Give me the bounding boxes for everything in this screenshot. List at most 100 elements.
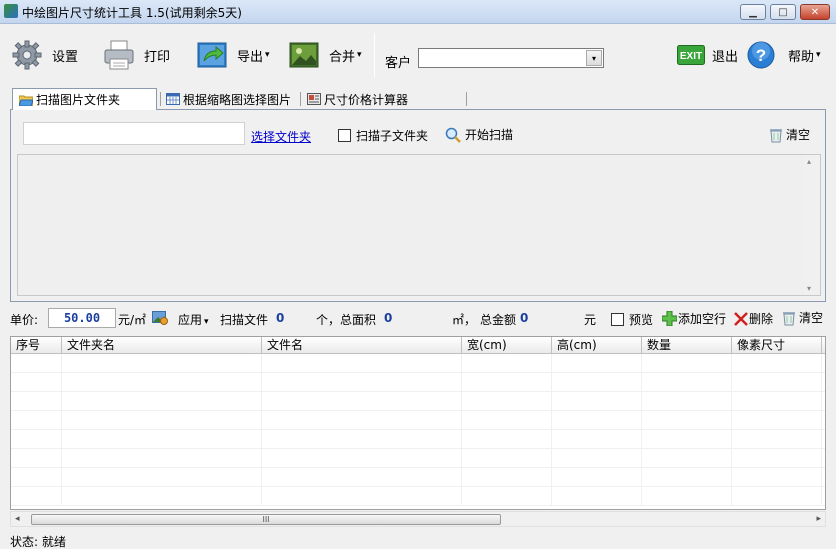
delete-button[interactable]: 删除 (734, 310, 773, 327)
scan-folder-panel: 选择文件夹 扫描子文件夹 开始扫描 清空 ▴ ▾ (10, 110, 826, 302)
toolbar: 设置 打印 导出 ▾ 合并 ▾ 客户 ▾ EXIT 退出 ? 帮助 ▾ (0, 25, 836, 85)
delete-label: 删除 (749, 312, 774, 326)
table-row (11, 430, 825, 449)
help-label: 帮助 (788, 49, 815, 65)
apply-label: 应用 (178, 313, 203, 327)
table-row (11, 449, 825, 468)
status-bar: 状态: 就绪 (0, 530, 836, 549)
column-header[interactable]: 文件名 (262, 337, 462, 354)
folder-list-area[interactable]: ▴ ▾ (17, 154, 821, 296)
export-icon (195, 39, 229, 71)
customer-select[interactable]: ▾ (418, 48, 604, 68)
printer-icon (102, 39, 136, 71)
add-row-button[interactable]: 添加空行 (662, 310, 726, 327)
trash-icon (770, 128, 782, 142)
total-amount-label: 总金额 (480, 313, 517, 327)
calendar-grid-icon (166, 93, 180, 105)
window-title: 中绘图片尺寸统计工具 1.5(试用剩余5天) (22, 6, 242, 20)
scroll-down-icon[interactable]: ▾ (807, 284, 811, 293)
apply-button[interactable]: 应用 ▾ (178, 311, 209, 328)
tab-scan-folder[interactable]: 扫描图片文件夹 (12, 88, 157, 111)
exit-icon: EXIT (676, 39, 706, 71)
table-row (11, 487, 825, 506)
table-row (11, 392, 825, 411)
table-row (11, 411, 825, 430)
print-label: 打印 (144, 49, 171, 65)
settings-button[interactable]: 设置 (10, 37, 78, 73)
unit-price-label: 单价: (10, 313, 39, 327)
print-button[interactable]: 打印 (102, 37, 170, 73)
preview-label: 预览 (629, 313, 654, 327)
column-header[interactable]: 宽(cm) (462, 337, 552, 354)
unit-price-input[interactable]: 50.00 (48, 308, 116, 328)
delete-x-icon (734, 311, 748, 326)
chevron-down-icon: ▾ (265, 50, 270, 60)
customer-label: 客户 (385, 56, 412, 71)
clear-label: 清空 (799, 311, 824, 325)
minimize-button[interactable]: ▁ (740, 4, 766, 20)
title-bar: 中绘图片尺寸统计工具 1.5(试用剩余5天) ▁ □ ✕ (0, 0, 836, 24)
horizontal-scrollbar[interactable]: ◂ III ▸ (10, 511, 826, 527)
scroll-left-icon[interactable]: ◂ (15, 514, 20, 524)
folder-path-input[interactable] (23, 122, 245, 145)
scan-subfolders-label: 扫描子文件夹 (356, 129, 429, 143)
total-area-value: 0 (384, 311, 393, 325)
scan-files-count: 0 (276, 311, 285, 325)
scan-subfolders-checkbox[interactable]: 扫描子文件夹 (338, 127, 428, 144)
total-area-label: 个，总面积 (316, 313, 377, 327)
folder-icon (18, 94, 34, 106)
column-header[interactable]: 序号 (11, 337, 62, 354)
chevron-down-icon[interactable]: ▾ (586, 50, 602, 66)
toolbar-separator (374, 33, 375, 77)
tab-strip: 扫描图片文件夹 根据缩略图选择图片 尺寸价格计算器 (10, 88, 826, 111)
tab-label: 根据缩略图选择图片 (183, 92, 292, 107)
preview-checkbox[interactable]: 预览 (611, 311, 653, 328)
table-row (11, 468, 825, 487)
table-body[interactable] (11, 354, 825, 510)
scroll-up-icon[interactable]: ▴ (807, 157, 811, 166)
choose-folder-link[interactable]: 选择文件夹 (251, 128, 311, 145)
column-header[interactable]: 高(cm) (552, 337, 642, 354)
table-row (11, 373, 825, 392)
exit-badge-text: EXIT (680, 51, 702, 62)
scroll-thumb[interactable]: III (31, 514, 501, 525)
clear-label: 清空 (786, 128, 811, 142)
maximize-button[interactable]: □ (770, 4, 796, 20)
checkbox-box[interactable] (338, 129, 351, 142)
export-label: 导出 (237, 49, 264, 65)
trash-icon (783, 311, 795, 325)
start-scan-label: 开始扫描 (465, 128, 514, 142)
tab-price-calculator[interactable]: 尺寸价格计算器 (301, 88, 414, 110)
settings-label: 设置 (52, 49, 79, 65)
help-button[interactable]: ? 帮助 ▾ (746, 37, 821, 73)
clear-table-button[interactable]: 清空 (782, 309, 823, 326)
help-glyph: ? (756, 46, 766, 65)
start-scan-button[interactable]: 开始扫描 (445, 126, 513, 143)
scroll-right-icon[interactable]: ▸ (816, 514, 821, 524)
add-row-label: 添加空行 (678, 312, 727, 326)
gear-icon (10, 39, 44, 71)
currency-label: 元 (584, 313, 597, 327)
column-header[interactable]: 数量 (642, 337, 732, 354)
area-unit-label: ㎡， (452, 313, 477, 327)
tab-thumbnail-select[interactable]: 根据缩略图选择图片 (160, 88, 297, 110)
total-amount-value: 0 (520, 311, 529, 325)
image-settings-icon[interactable] (152, 309, 168, 328)
table-row (11, 354, 825, 373)
exit-label: 退出 (712, 49, 739, 65)
clear-folder-button[interactable]: 清空 (769, 126, 810, 143)
app-icon (4, 4, 18, 18)
vertical-scrollbar[interactable]: ▴ ▾ (804, 155, 820, 295)
column-header[interactable]: 像素尺寸 (732, 337, 822, 354)
column-header[interactable]: 文件夹名 (62, 337, 262, 354)
close-button[interactable]: ✕ (800, 4, 830, 20)
export-button[interactable]: 导出 ▾ (195, 37, 270, 73)
unit-label: 元/㎡ (118, 313, 147, 327)
merge-button[interactable]: 合并 ▾ (287, 37, 362, 73)
checkbox-box[interactable] (611, 313, 624, 326)
file-table[interactable]: 序号 文件夹名 文件名 宽(cm) 高(cm) 数量 像素尺寸 (10, 336, 826, 510)
exit-button[interactable]: EXIT 退出 (676, 37, 738, 73)
chevron-down-icon: ▾ (204, 317, 209, 327)
plus-icon (662, 311, 677, 326)
help-icon: ? (746, 39, 776, 71)
